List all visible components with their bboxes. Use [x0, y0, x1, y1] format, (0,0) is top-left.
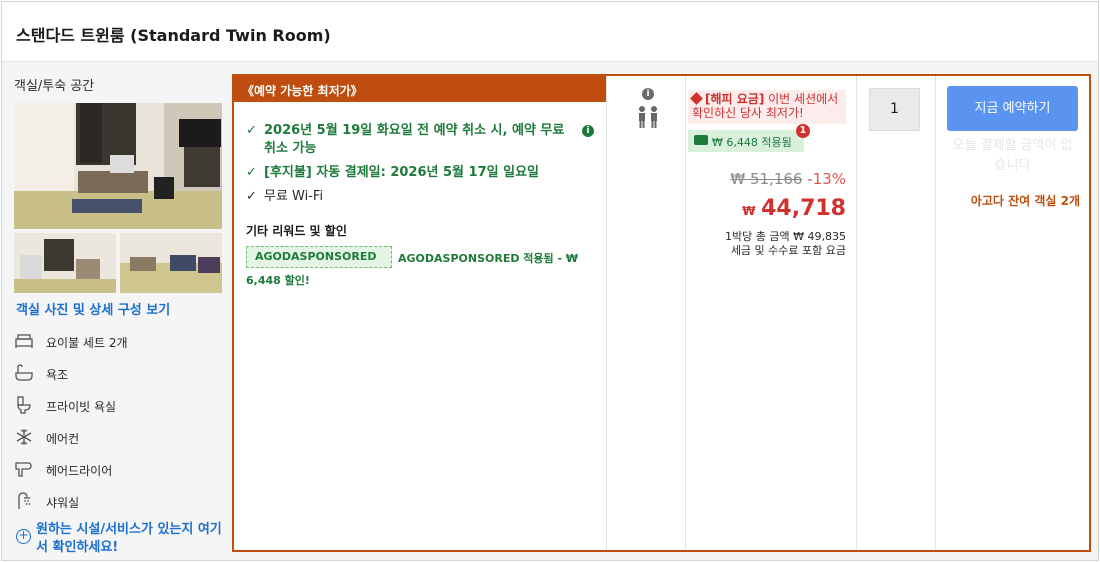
lowest-price-badge: 《예약 가능한 최저가》 [234, 76, 606, 102]
room-photo-main[interactable] [14, 103, 222, 229]
occupancy-info-icon[interactable]: i [642, 88, 654, 100]
discount-applied-text: ₩ 6,448 적용됨 [712, 136, 792, 149]
condition-text: [후지불] 자동 결제일: 2026년 5월 17일 일요일 [264, 165, 539, 180]
discount-percent: -13% [807, 170, 846, 188]
shower-icon [14, 491, 34, 511]
quantity-column: 1 [856, 76, 936, 550]
original-price: ₩ 51,166 -13% [730, 170, 846, 188]
check-icon: ✓ [246, 165, 257, 180]
room-photos-link[interactable]: 객실 사진 및 상세 구성 보기 [16, 299, 170, 318]
amenity-label: 프라이빗 욕실 [46, 400, 117, 414]
toilet-icon [14, 395, 34, 415]
tax-note: 세금 및 수수료 포함 요금 [730, 244, 846, 257]
amenity-hairdryer: 헤어드라이어 [14, 459, 224, 481]
amenity-label: 요이불 세트 2개 [46, 336, 128, 350]
check-icon: ✓ [246, 189, 257, 204]
room-card: 스탠다드 트윈룸 (Standard Twin Room) 객실/투숙 공간 객… [1, 1, 1099, 561]
currency-symbol: ₩ [742, 204, 756, 218]
happy-rate-label: [해피 요금] [705, 92, 765, 106]
booking-column: 지금 예약하기 오늘 결제할 금액이 없습니다 아고다 잔여 객실 2개 [936, 76, 1089, 550]
room-header: 스탠다드 트윈룸 (Standard Twin Room) [2, 2, 1098, 62]
facility-check-label: 원하는 시설/서비스가 있는지 여기서 확인하세요! [36, 522, 222, 555]
offer-panel: 《예약 가능한 최저가》 ✓ 2026년 5월 19일 화요일 전 예약 취소 … [232, 74, 1091, 552]
amenity-private-bathroom: 프라이빗 욕실 [14, 395, 224, 417]
condition-text: 무료 Wi-Fi [264, 189, 324, 204]
amenity-shower: 샤워실 [14, 491, 224, 513]
final-price: ₩ 44,718 [742, 196, 846, 221]
amenity-label: 헤어드라이어 [46, 464, 113, 478]
occupancy-column: i [608, 76, 686, 550]
amenity-label: 샤워실 [46, 496, 80, 510]
per-night-total: 1박당 총 금액 ₩ 49,835 세금 및 수수료 포함 요금 [686, 230, 846, 258]
amenity-air-conditioning: 에어컨 [14, 427, 224, 449]
info-icon[interactable]: i [582, 125, 594, 137]
room-space-label: 객실/투숙 공간 [14, 79, 95, 94]
price-amount: 44,718 [761, 196, 846, 221]
price-column: [해피 요금] 이번 세션에서 확인하신 당사 최저가! ₩ 6,448 적용됨… [686, 76, 856, 550]
discount-applied-badge: ₩ 6,448 적용됨 [688, 130, 804, 152]
strikethrough-price: ₩ 51,166 [730, 170, 803, 188]
bathtub-icon [14, 363, 34, 383]
column-divider [606, 76, 607, 550]
rooms-left-notice: 아고다 잔여 객실 2개 [970, 194, 1080, 208]
room-sidebar: 객실/투숙 공간 객실 사진 및 상세 구성 보기 요이불 세트 2개 욕조 프… [2, 63, 230, 560]
amenity-label: 에어컨 [46, 432, 80, 446]
hairdryer-icon [14, 459, 34, 479]
room-title: 스탠다드 트윈룸 (Standard Twin Room) [16, 26, 331, 45]
happy-rate-banner: [해피 요금] 이번 세션에서 확인하신 당사 최저가! [688, 90, 846, 124]
coupon-icon [694, 135, 708, 145]
amenity-bathtub: 욕조 [14, 363, 224, 385]
room-photo-thumb-1[interactable] [14, 233, 116, 293]
amenity-bedding: 요이불 세트 2개 [14, 331, 224, 353]
two-guests-icon [635, 104, 661, 134]
promo-heading: 기타 리워드 및 할인 [246, 224, 347, 238]
tag-icon [690, 92, 703, 105]
bed-icon [14, 331, 34, 351]
per-night-line: 1박당 총 금액 ₩ 49,835 [725, 230, 846, 243]
coupon-tag: AGODASPONSORED [246, 246, 392, 268]
check-icon: ✓ [246, 123, 257, 138]
no-payment-today: 오늘 결제할 금액이 없습니다 [952, 138, 1073, 173]
condition-text: 2026년 5월 19일 화요일 전 예약 취소 시, 예약 무료 취소 가능 [264, 123, 565, 156]
add-circle-icon: + [16, 529, 31, 544]
book-now-button[interactable]: 지금 예약하기 [947, 86, 1078, 131]
snowflake-icon [14, 427, 34, 447]
room-photo-thumb-2[interactable] [120, 233, 222, 293]
room-quantity-select[interactable]: 1 [869, 88, 920, 131]
amenity-label: 욕조 [46, 368, 69, 382]
alert-count-badge: 1 [796, 124, 810, 138]
